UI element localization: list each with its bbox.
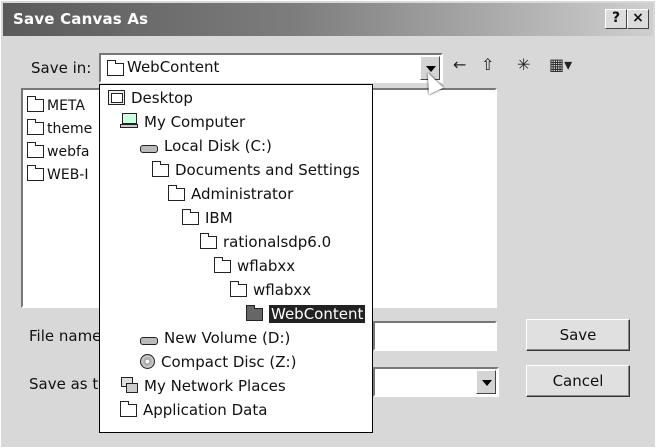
dropdown-item-desktop[interactable]: Desktop (108, 87, 193, 109)
dropdown-item-administrator[interactable]: Administrator (168, 183, 293, 205)
chevron-down-icon (482, 380, 492, 386)
folder-icon (107, 60, 124, 76)
file-name-label: File name (29, 327, 102, 345)
file-name-input[interactable] (373, 321, 497, 351)
cancel-button[interactable]: Cancel (526, 365, 630, 397)
save-as-type-label: Save as t (29, 375, 99, 393)
view-menu-icon[interactable]: ▦▾ (549, 55, 572, 74)
folder-icon (27, 142, 44, 158)
save-in-combo[interactable]: WebContent (99, 53, 443, 83)
dialog-title: Save Canvas As (13, 10, 149, 28)
folder-icon (168, 185, 185, 201)
folder-icon (230, 281, 247, 297)
save-in-dropdown-list[interactable]: Desktop My Computer Local Disk (C:) Docu… (99, 84, 373, 433)
folder-open-icon (246, 305, 263, 321)
list-item[interactable]: webfa (27, 142, 89, 160)
save-in-label: Save in: (31, 59, 92, 77)
drive-icon (140, 145, 158, 153)
folder-icon (214, 257, 231, 273)
desktop-icon (108, 90, 125, 105)
dropdown-item-application-data[interactable]: Application Data (120, 399, 267, 421)
cd-icon (140, 354, 155, 369)
dropdown-item-wflabxx[interactable]: wflabxx (214, 255, 295, 277)
folder-icon (27, 165, 44, 181)
dropdown-item-local-disk-c[interactable]: Local Disk (C:) (140, 135, 272, 157)
dropdown-item-ibm[interactable]: IBM (182, 207, 233, 229)
back-icon[interactable]: ← (453, 55, 466, 74)
dropdown-item-rationalsdp[interactable]: rationalsdp6.0 (200, 231, 331, 253)
save-as-type-dropdown-button[interactable] (476, 370, 496, 394)
save-button[interactable]: Save (526, 319, 630, 351)
list-item[interactable]: WEB-I (27, 165, 88, 183)
folder-icon (200, 233, 217, 249)
dropdown-item-my-computer[interactable]: My Computer (120, 111, 245, 133)
folder-icon (27, 96, 44, 112)
folder-icon (182, 209, 199, 225)
list-item[interactable]: theme (27, 119, 92, 137)
dropdown-item-my-network-places[interactable]: My Network Places (120, 375, 286, 397)
computer-icon (120, 113, 138, 129)
save-in-value: WebContent (127, 58, 220, 76)
drive-icon (140, 337, 158, 345)
folder-icon (27, 119, 44, 135)
help-button[interactable]: ? (605, 9, 627, 29)
dropdown-item-compact-disc-z[interactable]: Compact Disc (Z:) (140, 351, 296, 373)
network-icon (120, 377, 138, 393)
save-canvas-dialog: Save Canvas As ? × Save in: WebContent ←… (0, 0, 656, 448)
up-folder-icon[interactable]: ⇧ (481, 55, 494, 74)
folder-icon (152, 161, 169, 177)
title-bar: Save Canvas As ? × (3, 3, 653, 36)
list-item[interactable]: META (27, 96, 85, 114)
save-as-type-combo[interactable] (373, 367, 499, 397)
dropdown-item-webcontent[interactable]: WebContent (246, 303, 366, 325)
dropdown-item-documents-and-settings[interactable]: Documents and Settings (152, 159, 360, 181)
dropdown-item-wflabxx[interactable]: wflabxx (230, 279, 311, 301)
close-button[interactable]: × (627, 9, 649, 29)
folder-icon (120, 401, 137, 417)
dropdown-item-new-volume-d[interactable]: New Volume (D:) (140, 327, 290, 349)
new-folder-icon[interactable]: ✳ (517, 55, 530, 74)
